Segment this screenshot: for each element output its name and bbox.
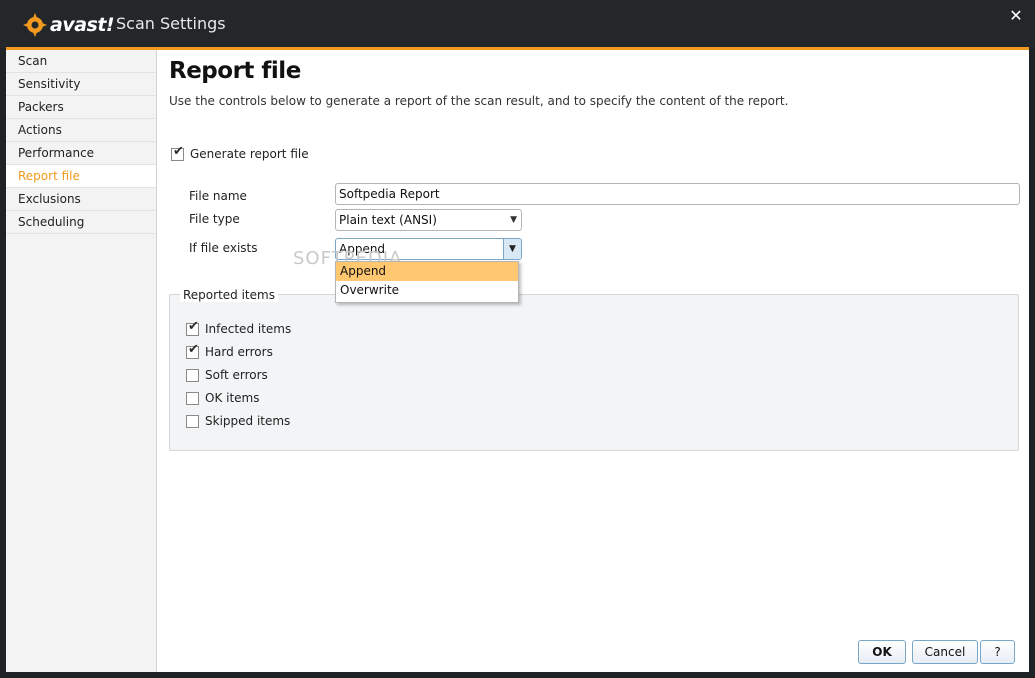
title-bar: avast! Scan Settings ✕ xyxy=(0,0,1035,48)
reported-item-ok-items[interactable]: OK items xyxy=(186,391,260,405)
reported-items-group: Reported items ✔ Infected items ✔ Hard err… xyxy=(169,288,1019,451)
file-type-value: Plain text (ANSI) xyxy=(339,213,437,227)
avast-logo-icon xyxy=(22,12,48,38)
ok-items-label: OK items xyxy=(205,391,260,405)
generate-report-label: Generate report file xyxy=(190,147,309,161)
chevron-down-icon[interactable]: ▼ xyxy=(503,239,521,259)
sidebar-item-scheduling[interactable]: Scheduling xyxy=(6,211,156,234)
sidebar-item-sensitivity[interactable]: Sensitivity xyxy=(6,73,156,96)
dropdown-option-append[interactable]: Append xyxy=(336,262,518,281)
skipped-items-label: Skipped items xyxy=(205,414,291,428)
reported-item-infected[interactable]: ✔ Infected items xyxy=(186,319,292,336)
brand-name: avast! xyxy=(50,14,115,36)
avast-logo: avast! xyxy=(22,11,115,39)
close-icon[interactable]: ✕ xyxy=(1007,7,1025,25)
checkmark-icon: ✔ xyxy=(188,342,199,357)
chevron-down-icon: ▼ xyxy=(510,215,517,225)
checkmark-icon: ✔ xyxy=(188,319,199,334)
cancel-button[interactable]: Cancel xyxy=(912,640,978,664)
ok-button[interactable]: OK xyxy=(858,640,906,664)
sidebar-item-exclusions[interactable]: Exclusions xyxy=(6,188,156,211)
window-title: Scan Settings xyxy=(116,14,226,33)
sidebar-item-actions[interactable]: Actions xyxy=(6,119,156,142)
file-type-select[interactable]: Plain text (ANSI) ▼ xyxy=(335,209,522,231)
generate-report-row[interactable]: ✔ Generate report file xyxy=(171,144,309,161)
dropdown-option-overwrite[interactable]: Overwrite xyxy=(336,281,518,300)
file-name-label: File name xyxy=(189,189,247,203)
help-button[interactable]: ? xyxy=(980,640,1015,664)
skipped-items-checkbox[interactable] xyxy=(186,415,199,428)
soft-errors-label: Soft errors xyxy=(205,368,268,382)
main-content: Report file Use the controls below to ge… xyxy=(157,50,1029,672)
if-file-exists-dropdown: Append Overwrite xyxy=(335,261,519,303)
reported-item-soft-errors[interactable]: Soft errors xyxy=(186,368,268,382)
page-title: Report file xyxy=(169,58,301,84)
if-file-exists-label: If file exists xyxy=(189,241,258,255)
checkmark-icon: ✔ xyxy=(173,144,184,159)
infected-items-label: Infected items xyxy=(205,322,292,336)
infected-items-checkbox[interactable]: ✔ xyxy=(186,319,199,336)
sidebar-item-performance[interactable]: Performance xyxy=(6,142,156,165)
page-description: Use the controls below to generate a rep… xyxy=(169,94,789,108)
hard-errors-label: Hard errors xyxy=(205,345,273,359)
reported-item-skipped-items[interactable]: Skipped items xyxy=(186,414,290,428)
file-name-input[interactable]: Softpedia Report xyxy=(335,183,1020,205)
sidebar-item-packers[interactable]: Packers xyxy=(6,96,156,119)
reported-items-legend: Reported items xyxy=(180,288,278,302)
soft-errors-checkbox[interactable] xyxy=(186,369,199,382)
file-type-label: File type xyxy=(189,212,240,226)
hard-errors-checkbox[interactable]: ✔ xyxy=(186,342,199,359)
sidebar: Scan Sensitivity Packers Actions Perform… xyxy=(6,50,157,672)
sidebar-item-scan[interactable]: Scan xyxy=(6,50,156,73)
scan-settings-window: avast! Scan Settings ✕ Scan Sensitivity … xyxy=(0,0,1035,678)
ok-items-checkbox[interactable] xyxy=(186,392,199,405)
sidebar-item-report-file[interactable]: Report file xyxy=(6,165,156,188)
generate-report-checkbox[interactable]: ✔ xyxy=(171,144,184,161)
reported-item-hard-errors[interactable]: ✔ Hard errors xyxy=(186,342,273,359)
